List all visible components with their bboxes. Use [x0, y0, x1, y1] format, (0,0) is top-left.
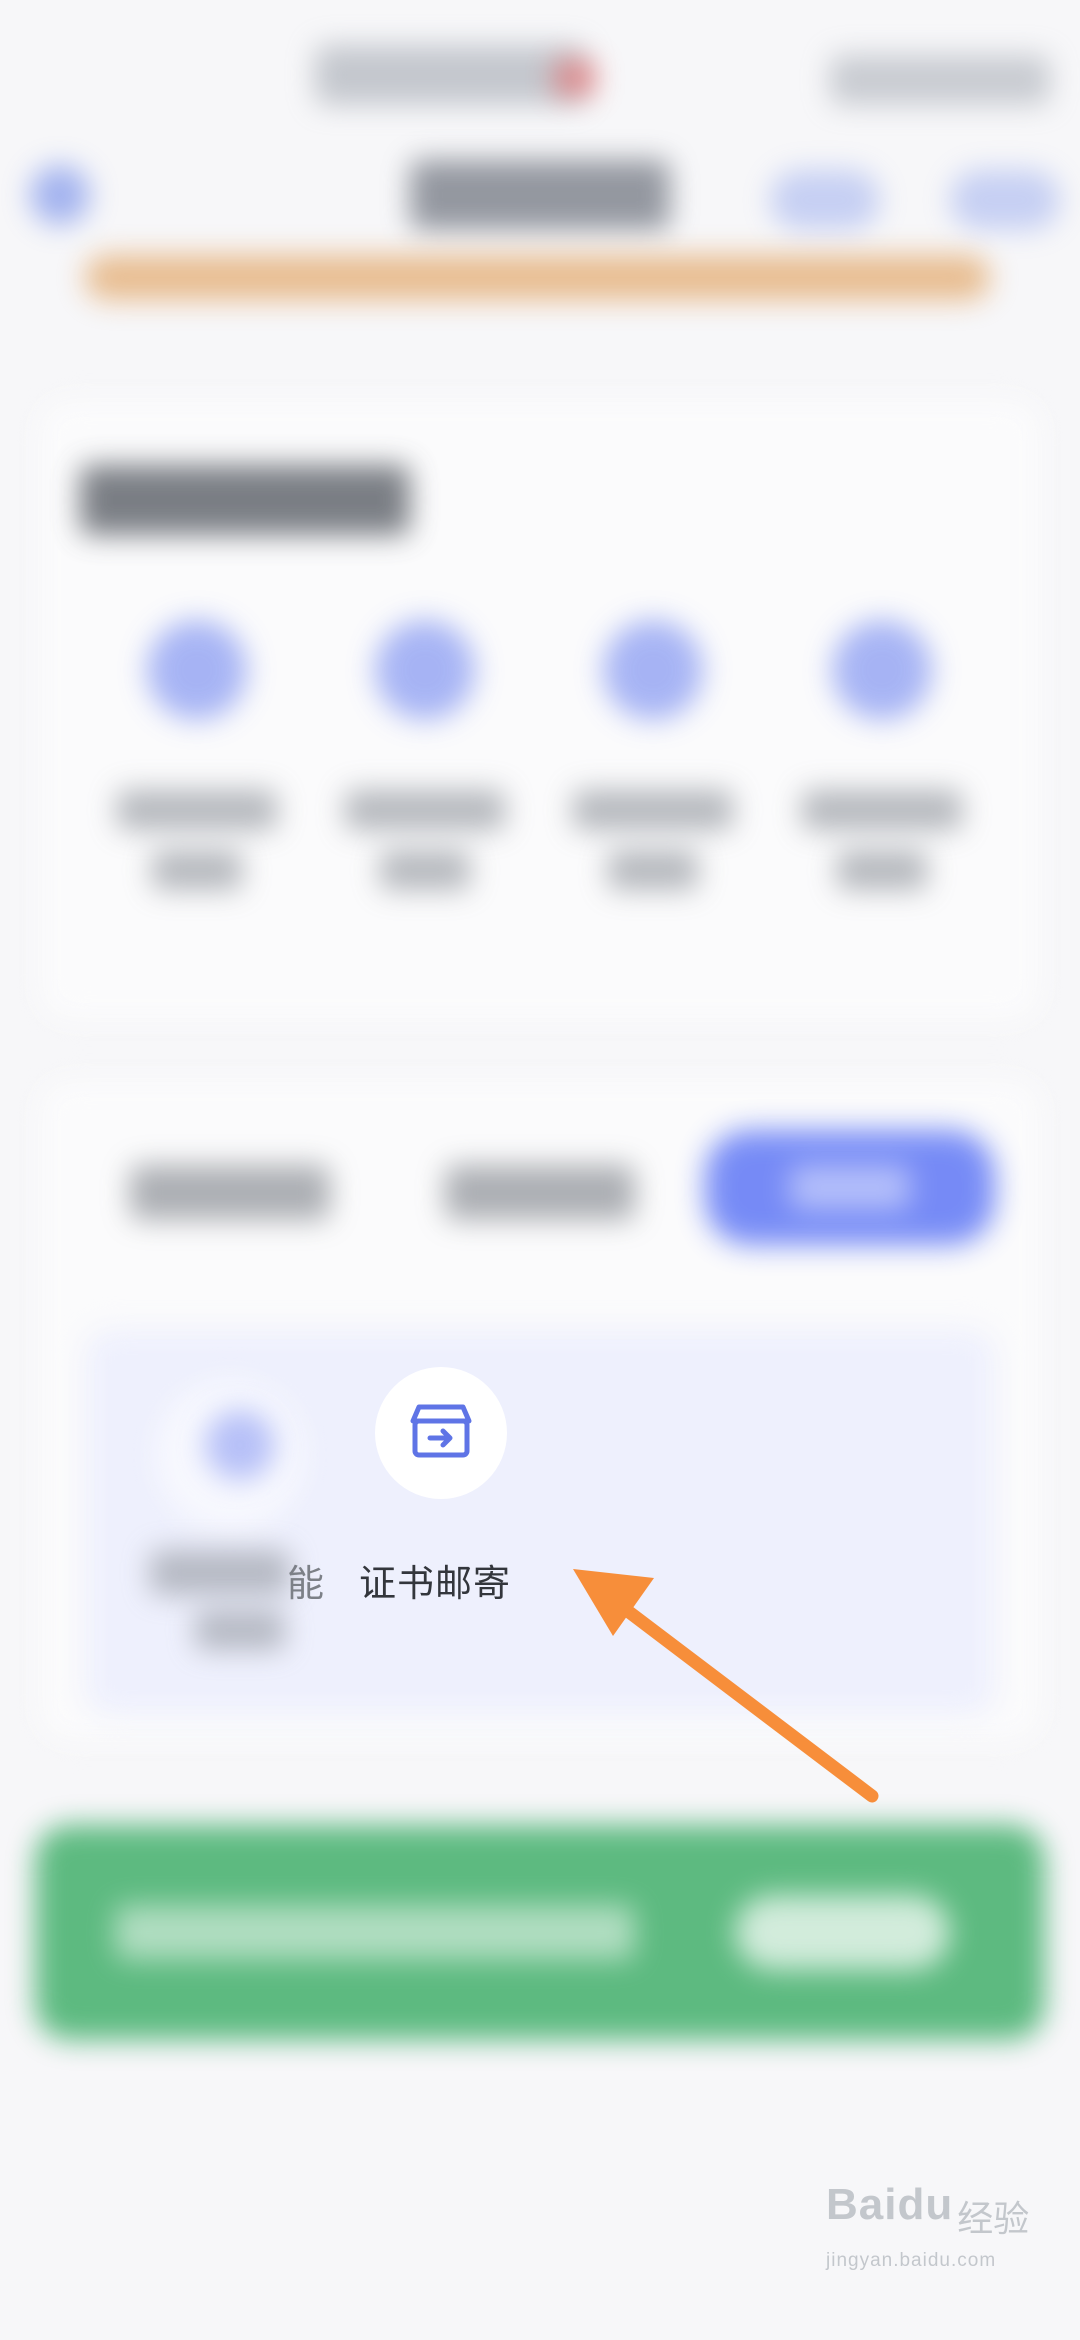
baidu-watermark: Baidu 经验 jingyan.baidu.com [826, 2180, 1036, 2300]
annotation-arrow [573, 1569, 879, 1803]
watermark-brand: Baidu [826, 2180, 954, 2229]
watermark-brand-cn: 经验 [957, 2198, 1030, 2239]
watermark-url: jingyan.baidu.com [826, 2250, 997, 2271]
